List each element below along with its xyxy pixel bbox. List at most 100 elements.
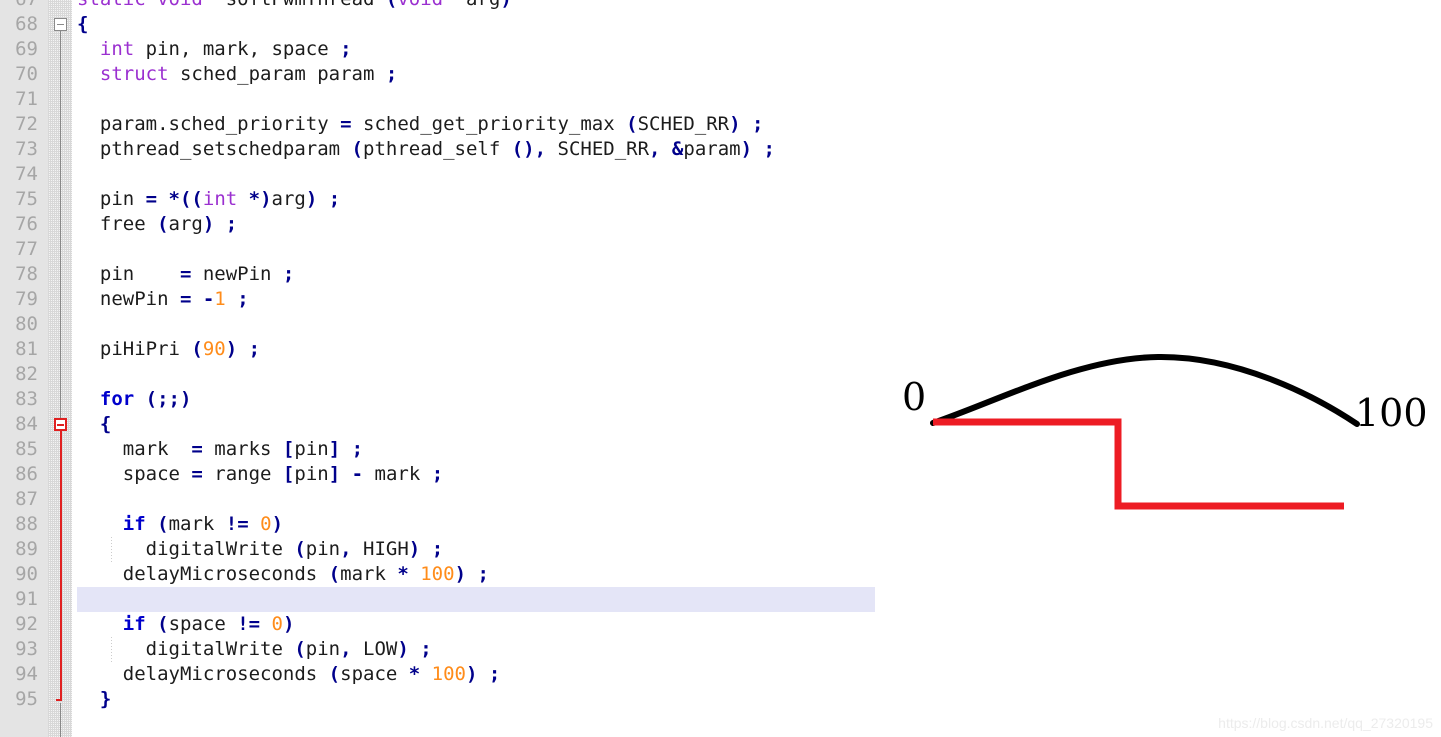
code-token: arg: [168, 213, 203, 235]
line-number[interactable]: 70: [0, 62, 38, 87]
code-token: arg: [466, 0, 500, 10]
code-token: pin: [77, 188, 146, 210]
code-token: ;: [763, 138, 775, 160]
code-line[interactable]: if (mark != 0): [77, 512, 283, 537]
line-number[interactable]: 95: [0, 687, 38, 712]
code-token: ,: [649, 138, 661, 160]
line-number[interactable]: 83: [0, 387, 38, 412]
line-number[interactable]: 75: [0, 187, 38, 212]
code-line[interactable]: delayMicroseconds (space * 100) ;: [77, 662, 501, 687]
code-line[interactable]: static void *softPwmThread (void *arg): [77, 0, 512, 12]
code-token: ,: [340, 538, 352, 560]
line-number[interactable]: 93: [0, 637, 38, 662]
code-token: pin: [294, 438, 329, 460]
line-number[interactable]: 80: [0, 312, 38, 337]
fold-guide-line-tail: [60, 703, 61, 737]
code-token: ;: [431, 463, 444, 485]
code-token: ): [454, 563, 467, 585]
line-number[interactable]: 71: [0, 87, 38, 112]
line-number[interactable]: 76: [0, 212, 38, 237]
fold-guide-line-outer: [60, 31, 61, 418]
code-token: piHiPri: [77, 338, 192, 360]
code-line[interactable]: space = range [pin] - mark ;: [77, 462, 443, 487]
minus-icon: [57, 23, 64, 25]
line-number[interactable]: 89: [0, 537, 38, 562]
code-token: =: [340, 113, 352, 135]
fold-toggle-button[interactable]: [54, 18, 67, 31]
code-line[interactable]: piHiPri (90) ;: [77, 337, 260, 362]
code-token: mark: [168, 513, 226, 535]
code-line[interactable]: param.sched_priority = sched_get_priorit…: [77, 112, 764, 137]
code-token: ]: [328, 438, 341, 460]
code-token: digitalWrite: [77, 638, 295, 660]
code-token: newPin: [77, 288, 180, 310]
line-number[interactable]: 78: [0, 262, 38, 287]
code-token: (: [294, 538, 306, 560]
line-number[interactable]: 81: [0, 337, 38, 362]
line-number[interactable]: 87: [0, 487, 38, 512]
code-line[interactable]: pin = newPin ;: [77, 262, 295, 287]
line-number[interactable]: 84: [0, 412, 38, 437]
line-number[interactable]: 86: [0, 462, 38, 487]
line-number[interactable]: 82: [0, 362, 38, 387]
annotation-drawing: [930, 353, 1360, 510]
line-number[interactable]: 69: [0, 37, 38, 62]
code-token: *: [408, 663, 421, 685]
code-editor[interactable]: 6667static void *softPwmThread (void *ar…: [0, 0, 880, 737]
line-number[interactable]: 92: [0, 612, 38, 637]
code-token: ): [408, 538, 421, 560]
code-line[interactable]: pin = *((int *)arg) ;: [77, 187, 340, 212]
blog-watermark: https://blog.csdn.net/qq_27320195: [1218, 715, 1433, 731]
code-token: =: [191, 463, 203, 485]
line-number[interactable]: 91: [0, 587, 38, 612]
code-token: softPwmThread: [226, 0, 386, 10]
code-line[interactable]: free (arg) ;: [77, 212, 237, 237]
code-token: ): [202, 213, 215, 235]
line-number[interactable]: 68: [0, 12, 38, 37]
code-token: =: [145, 188, 158, 210]
code-line[interactable]: {: [77, 412, 111, 437]
code-line[interactable]: digitalWrite (pin, HIGH) ;: [77, 537, 444, 562]
code-line[interactable]: newPin = -1 ;: [77, 287, 249, 312]
code-token: !=: [225, 513, 249, 535]
line-number[interactable]: 74: [0, 162, 38, 187]
code-line[interactable]: for (;;): [77, 387, 192, 412]
code-line[interactable]: if (space != 0): [77, 612, 295, 637]
line-number[interactable]: 94: [0, 662, 38, 687]
line-number[interactable]: 79: [0, 287, 38, 312]
code-token: 100: [420, 563, 455, 585]
line-number[interactable]: 67: [0, 0, 38, 12]
code-line[interactable]: mark = marks [pin] ;: [77, 437, 363, 462]
code-token: sched_get_priority_max: [351, 113, 627, 135]
code-token: *): [248, 188, 272, 210]
code-line[interactable]: {: [77, 12, 88, 37]
code-line[interactable]: pthread_setschedparam (pthread_self (), …: [77, 137, 775, 162]
fold-toggle-button[interactable]: [54, 418, 67, 431]
code-line[interactable]: delayMicroseconds (mark * 100) ;: [77, 562, 489, 587]
code-line[interactable]: struct sched_param param ;: [77, 62, 397, 87]
code-token: ;: [751, 113, 764, 135]
code-token: pthread_setschedparam: [77, 138, 352, 160]
code-line[interactable]: }: [77, 687, 111, 712]
code-token: struct: [99, 63, 169, 85]
line-number[interactable]: 88: [0, 512, 38, 537]
code-line[interactable]: int pin, mark, space ;: [77, 37, 352, 62]
line-number[interactable]: 77: [0, 237, 38, 262]
code-token: ,: [534, 138, 547, 160]
line-number[interactable]: 85: [0, 437, 38, 462]
line-number[interactable]: 90: [0, 562, 38, 587]
line-number[interactable]: 73: [0, 137, 38, 162]
line-number[interactable]: 72: [0, 112, 38, 137]
code-line[interactable]: digitalWrite (pin, LOW) ;: [77, 637, 432, 662]
code-token: &: [671, 138, 684, 160]
